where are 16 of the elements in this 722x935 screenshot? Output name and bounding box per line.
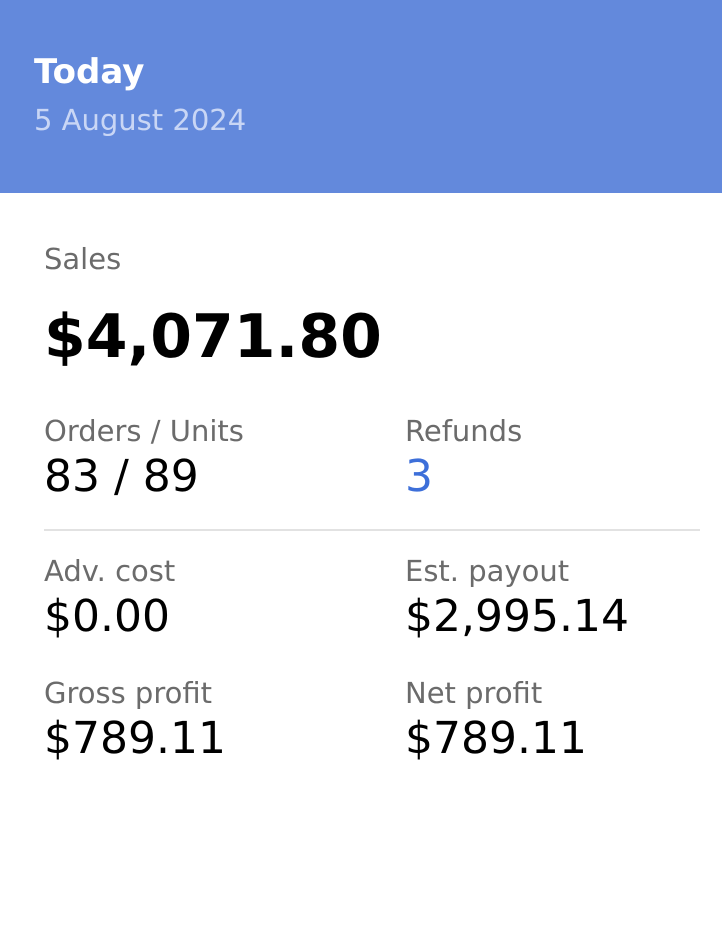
stat-value: 83 / 89 <box>44 450 199 504</box>
header-title: Today <box>34 51 144 94</box>
stat-value: $2,995.14 <box>405 590 629 644</box>
stat-label: Net profit <box>405 675 542 711</box>
stat-value: $789.11 <box>44 712 226 766</box>
stat-label: Est. payout <box>405 553 570 589</box>
stat-value: $0.00 <box>44 590 170 644</box>
sales-value: $4,071.80 <box>44 301 382 374</box>
stat-link[interactable]: 3 <box>405 449 433 505</box>
stat-value: $789.11 <box>405 712 587 766</box>
header-date: 5 August 2024 <box>34 102 246 139</box>
stat-label: Adv. cost <box>44 553 176 589</box>
sales-label: Sales <box>44 241 122 278</box>
stat-label: Refunds <box>405 413 522 449</box>
stat-label: Gross profit <box>44 675 212 711</box>
stat-label: Orders / Units <box>44 413 244 449</box>
